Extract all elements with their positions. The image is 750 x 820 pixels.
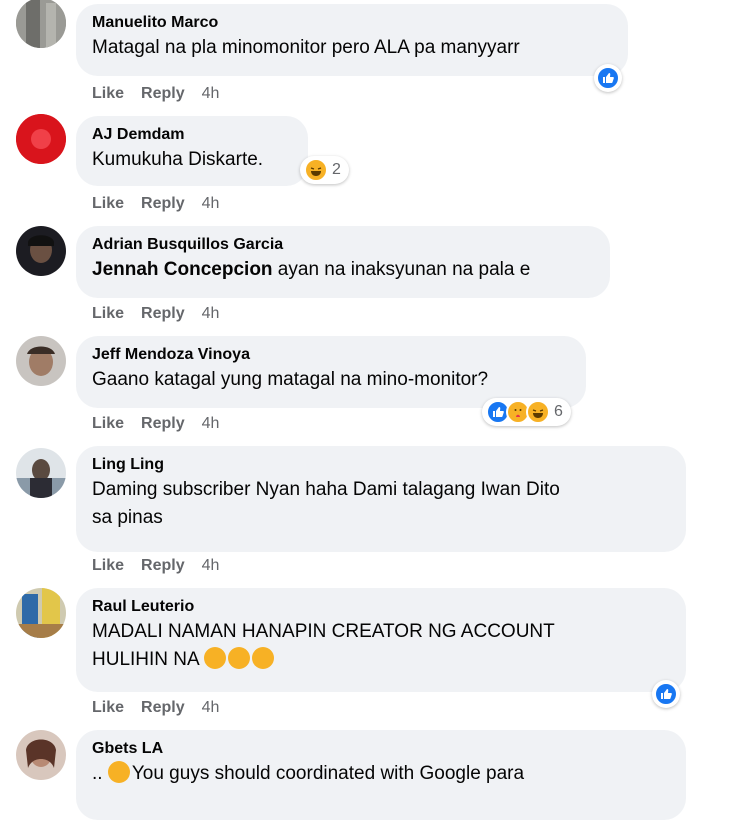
avatar-photo-icon (16, 226, 66, 276)
comment-text: Kumukuha Diskarte. (92, 149, 264, 170)
rofl-emoji-icon (227, 647, 250, 669)
avatar-photo-icon (16, 588, 66, 638)
comment-text-line: HULIHIN NA (92, 646, 670, 674)
comment-bubble: Gbets LA .. You guys should coordinated … (76, 730, 686, 820)
comment-author[interactable]: Ling Ling (92, 454, 670, 476)
comment-text: .. You guys should coordinated with Goog… (92, 760, 670, 788)
comment-actions: Like Reply 4h (92, 556, 236, 576)
reply-button[interactable]: Reply (141, 304, 185, 324)
like-button[interactable]: Like (92, 84, 124, 104)
reaction-badge[interactable] (652, 680, 680, 708)
comment-author[interactable]: Manuelito Marco (92, 12, 612, 34)
like-button[interactable]: Like (92, 194, 124, 214)
comment-text-rest: HULIHIN NA (92, 649, 199, 670)
rofl-emoji-icon (203, 647, 226, 669)
timestamp[interactable]: 4h (202, 194, 220, 214)
comment-author[interactable]: Adrian Busquillos Garcia (92, 234, 594, 256)
comment-bubble: Ling Ling Daming subscriber Nyan haha Da… (76, 446, 686, 552)
haha-reaction-icon (304, 158, 328, 182)
comment-bubble: Raul Leuterio MADALI NAMAN HANAPIN CREAT… (76, 588, 686, 692)
avatar-photo-icon (16, 336, 66, 386)
comment-text: Matagal na pla minomonitor pero ALA pa m… (92, 37, 520, 58)
like-reaction-icon (596, 66, 620, 90)
avatar[interactable] (16, 0, 66, 48)
reaction-badge[interactable] (594, 64, 622, 92)
reaction-badge[interactable]: 6 (482, 398, 571, 426)
reaction-count: 6 (554, 403, 563, 420)
comment-text: Gaano katagal yung matagal na mino-monit… (92, 369, 489, 390)
comment-author[interactable]: Jeff Mendoza Vinoya (92, 344, 570, 366)
avatar[interactable] (16, 114, 66, 164)
comment-text-line: sa pinas (92, 507, 163, 528)
avatar-photo-icon (16, 730, 66, 780)
avatar[interactable] (16, 226, 66, 276)
grin-emoji-icon (107, 761, 130, 783)
timestamp[interactable]: 4h (202, 556, 220, 576)
like-button[interactable]: Like (92, 304, 124, 324)
comment-author[interactable]: Raul Leuterio (92, 596, 670, 618)
comment-text-line: MADALI NAMAN HANAPIN CREATOR NG ACCOUNT (92, 621, 555, 642)
avatar[interactable] (16, 448, 66, 498)
comment-bubble: AJ Demdam Kumukuha Diskarte. (76, 116, 308, 186)
mention-link[interactable]: Jennah Concepcion (92, 259, 273, 280)
comment-actions: Like Reply 4h (92, 304, 236, 324)
timestamp[interactable]: 4h (202, 304, 220, 324)
like-button[interactable]: Like (92, 414, 124, 434)
reaction-count: 2 (332, 161, 341, 178)
comment-bubble: Manuelito Marco Matagal na pla minomonit… (76, 4, 628, 76)
reply-button[interactable]: Reply (141, 194, 185, 214)
comment-text: Jennah Concepcion ayan na inaksyunan na … (92, 256, 594, 284)
comment-author[interactable]: Gbets LA (92, 738, 670, 760)
comment-actions: Like Reply 4h (92, 84, 236, 104)
reply-button[interactable]: Reply (141, 556, 185, 576)
comment-text-rest: ayan na inaksyunan na pala e (272, 259, 531, 280)
comment-text-prefix: .. (92, 763, 103, 784)
comment-text-line: Daming subscriber Nyan haha Dami talagan… (92, 479, 560, 500)
timestamp[interactable]: 4h (202, 698, 220, 718)
avatar[interactable] (16, 336, 66, 386)
avatar-photo-icon (16, 114, 66, 164)
like-reaction-icon (654, 682, 678, 706)
haha-reaction-icon (526, 400, 550, 424)
comment-actions: Like Reply 4h (92, 194, 236, 214)
avatar-photo-icon (16, 0, 66, 48)
comment-actions: Like Reply 4h (92, 414, 236, 434)
like-button[interactable]: Like (92, 556, 124, 576)
reply-button[interactable]: Reply (141, 84, 185, 104)
reaction-badge[interactable]: 2 (300, 156, 349, 184)
comment-text-rest: You guys should coordinated with Google … (131, 763, 525, 784)
avatar[interactable] (16, 588, 66, 638)
like-button[interactable]: Like (92, 698, 124, 718)
rofl-emoji-icon (251, 647, 274, 669)
comment-actions: Like Reply 4h (92, 698, 236, 718)
reply-button[interactable]: Reply (141, 414, 185, 434)
comment-author[interactable]: AJ Demdam (92, 124, 292, 146)
timestamp[interactable]: 4h (202, 84, 220, 104)
timestamp[interactable]: 4h (202, 414, 220, 434)
comment-bubble: Adrian Busquillos Garcia Jennah Concepci… (76, 226, 610, 298)
avatar[interactable] (16, 730, 66, 780)
avatar-photo-icon (16, 448, 66, 498)
reply-button[interactable]: Reply (141, 698, 185, 718)
